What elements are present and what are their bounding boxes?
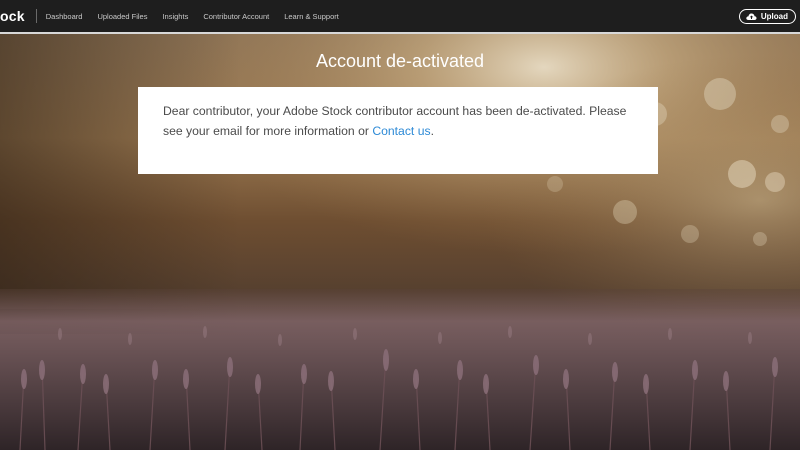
upload-button-label: Upload	[760, 12, 788, 21]
upload-button[interactable]: Upload	[738, 9, 796, 24]
app-window: ock Dashboard Uploaded Files Insights Co…	[0, 0, 800, 450]
cloud-upload-icon	[746, 12, 757, 21]
nav-item-dashboard[interactable]: Dashboard	[46, 12, 83, 21]
nav-item-contributor-account[interactable]: Contributor Account	[203, 12, 269, 21]
deactivation-message: Dear contributor, your Adobe Stock contr…	[163, 101, 634, 141]
page-title: Account de-activated	[315, 51, 485, 71]
top-navigation-bar: ock Dashboard Uploaded Files Insights Co…	[0, 0, 800, 34]
nav-item-learn-support[interactable]: Learn & Support	[284, 12, 339, 21]
contact-us-link[interactable]: Contact us	[372, 124, 430, 138]
message-end-punctuation: .	[430, 124, 434, 138]
nav-divider	[35, 9, 37, 23]
brand-logo-text[interactable]: ock	[0, 8, 36, 24]
nav-item-uploaded-files[interactable]: Uploaded Files	[97, 12, 147, 21]
message-card: Dear contributor, your Adobe Stock contr…	[138, 87, 658, 174]
main-nav: Dashboard Uploaded Files Insights Contri…	[46, 12, 354, 21]
nav-item-insights[interactable]: Insights	[162, 12, 188, 21]
